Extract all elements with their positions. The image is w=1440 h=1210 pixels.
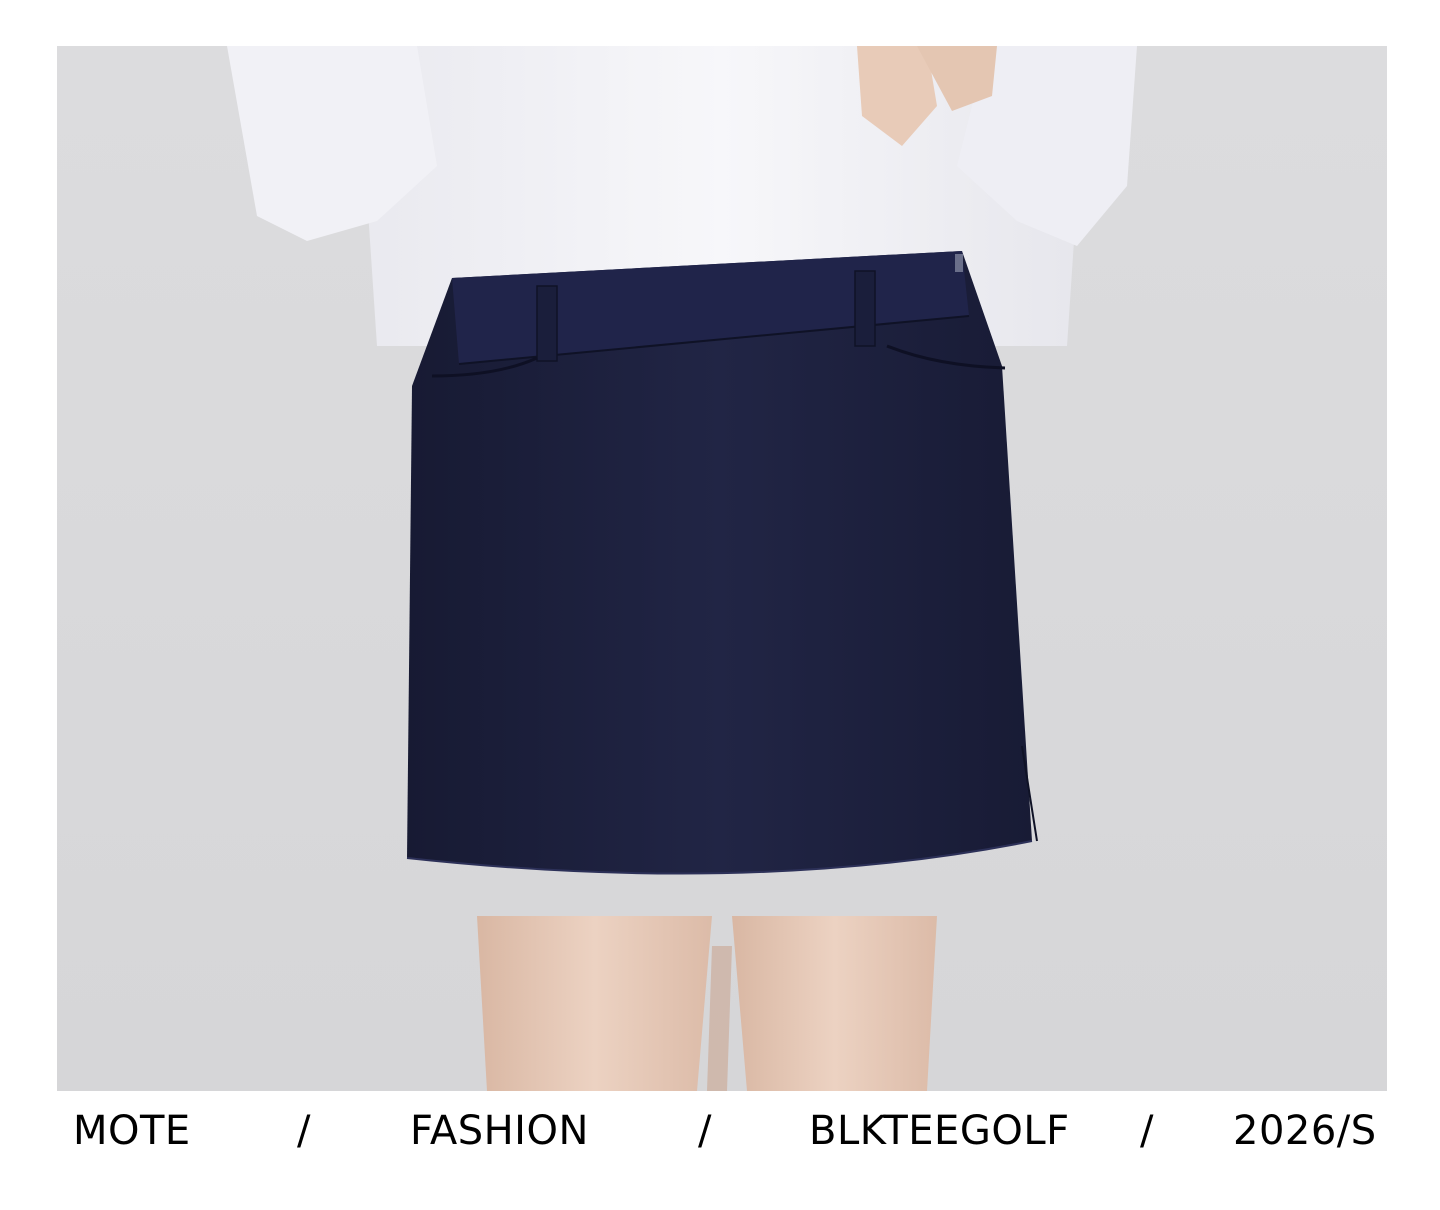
- caption-season: 2026/S: [1233, 1108, 1377, 1154]
- product-page: MOTE / FASHION / BLKTEEGOLF / 2026/S: [0, 0, 1440, 1210]
- caption-separator: /: [297, 1108, 311, 1154]
- product-photo: [57, 46, 1387, 1091]
- caption-category: FASHION: [410, 1108, 589, 1154]
- caption-separator: /: [1140, 1108, 1154, 1154]
- caption-bar: MOTE / FASHION / BLKTEEGOLF / 2026/S: [0, 1091, 1440, 1210]
- caption-brand: MOTE: [73, 1108, 191, 1154]
- skirt-model-illustration: [57, 46, 1387, 1091]
- caption-label: BLKTEEGOLF: [809, 1108, 1070, 1154]
- caption-separator: /: [698, 1108, 712, 1154]
